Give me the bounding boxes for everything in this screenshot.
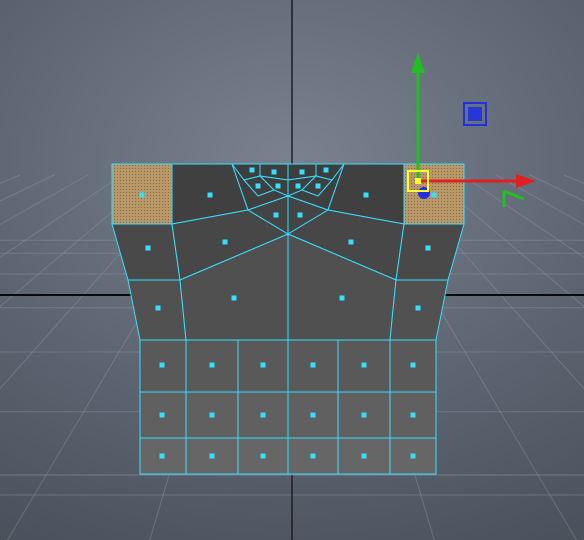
face-center-handle[interactable] [261, 454, 266, 459]
face-center-handle[interactable] [340, 296, 345, 301]
face-center-handle[interactable] [316, 184, 321, 189]
face-center-handle[interactable] [160, 454, 165, 459]
face-center-handle[interactable] [210, 413, 215, 418]
face-center-handle[interactable] [160, 363, 165, 368]
face-center-handle[interactable] [223, 240, 228, 245]
face-center-handle[interactable] [210, 454, 215, 459]
face-center-handle[interactable] [411, 413, 416, 418]
face-center-handle[interactable] [256, 184, 261, 189]
face-center-handle[interactable] [362, 454, 367, 459]
face-center-handle[interactable] [274, 213, 279, 218]
face-center-handle[interactable] [311, 454, 316, 459]
face-center-handle[interactable] [146, 246, 151, 251]
polygon-mesh[interactable] [0, 0, 584, 540]
face-center-handle[interactable] [324, 168, 329, 173]
face-center-handle[interactable] [210, 363, 215, 368]
face-center-handle[interactable] [261, 413, 266, 418]
face-center-handle[interactable] [232, 296, 237, 301]
face-center-handle[interactable] [411, 363, 416, 368]
face-center-handle[interactable] [276, 184, 281, 189]
face-center-handle[interactable] [208, 193, 213, 198]
face-center-handle[interactable] [140, 193, 145, 198]
face-center-handle[interactable] [298, 213, 303, 218]
mesh-face[interactable] [396, 224, 464, 280]
face-center-handle[interactable] [426, 246, 431, 251]
viewport-3d[interactable] [0, 0, 584, 540]
face-center-handle[interactable] [416, 306, 421, 311]
face-center-handle[interactable] [362, 363, 367, 368]
face-center-handle[interactable] [296, 184, 301, 189]
face-center-handle[interactable] [349, 240, 354, 245]
face-center-handle[interactable] [272, 170, 277, 175]
face-center-handle[interactable] [300, 170, 305, 175]
face-center-handle[interactable] [362, 413, 367, 418]
face-center-handle[interactable] [156, 306, 161, 311]
face-center-handle[interactable] [432, 193, 437, 198]
face-center-handle[interactable] [411, 454, 416, 459]
face-center-handle[interactable] [311, 363, 316, 368]
face-center-handle[interactable] [311, 413, 316, 418]
mesh-face[interactable] [112, 224, 180, 280]
face-center-handle[interactable] [261, 363, 266, 368]
face-center-handle[interactable] [250, 168, 255, 173]
face-center-handle[interactable] [160, 413, 165, 418]
face-center-handle[interactable] [364, 193, 369, 198]
